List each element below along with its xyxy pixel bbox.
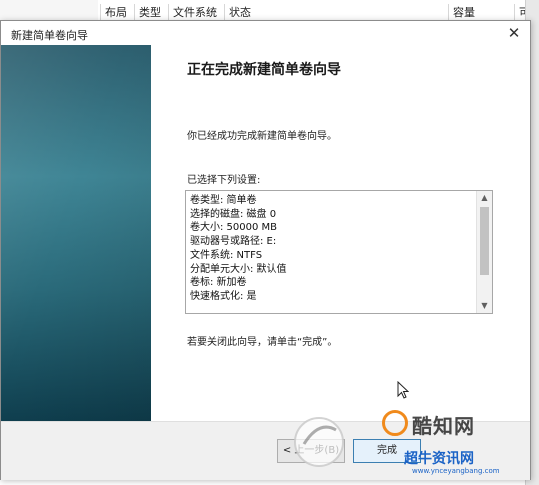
setting-volume-type: 卷类型: 简单卷 bbox=[190, 195, 257, 206]
watermark-circle-icon bbox=[382, 410, 408, 436]
wizard-heading: 正在完成新建简单卷向导 bbox=[187, 62, 341, 78]
settings-summary-list[interactable]: 卷类型: 简单卷 选择的磁盘: 磁盘 0 卷大小: 50000 MB 驱动器号或… bbox=[185, 190, 493, 314]
settings-scrollbar[interactable]: ▲ ▼ bbox=[476, 191, 492, 313]
wizard-side-banner bbox=[1, 45, 151, 421]
settings-summary-content: 卷类型: 简单卷 选择的磁盘: 磁盘 0 卷大小: 50000 MB 驱动器号或… bbox=[190, 194, 474, 310]
setting-volume-label: 卷标: 新加卷 bbox=[190, 277, 247, 289]
setting-allocation-unit: 分配单元大小: 默认值 bbox=[190, 263, 287, 275]
watermark-logo-icon bbox=[294, 417, 344, 467]
watermark-url: www.ynceyangbang.com bbox=[412, 467, 500, 475]
setting-file-system: 文件系统: NTFS bbox=[190, 249, 263, 261]
watermark-main-text: 酷知网 bbox=[412, 414, 475, 438]
scroll-down-arrow-icon[interactable]: ▼ bbox=[477, 299, 492, 313]
setting-drive-letter: 驱动器号或路径: E: bbox=[190, 236, 277, 248]
close-icon[interactable]: ✕ bbox=[504, 23, 524, 43]
setting-volume-size: 卷大小: 50000 MB bbox=[190, 222, 278, 234]
watermark-sub-text: 超牛资讯网 bbox=[404, 451, 474, 467]
settings-label: 已选择下列设置: bbox=[187, 175, 261, 186]
scroll-thumb[interactable] bbox=[480, 207, 489, 275]
wizard-title: 新建简单卷向导 bbox=[11, 29, 88, 42]
wizard-titlebar[interactable]: 新建简单卷向导 ✕ bbox=[1, 21, 530, 45]
completion-message: 你已经成功完成新建简单卷向导。 bbox=[187, 131, 337, 142]
close-instruction: 若要关闭此向导，请单击“完成”。 bbox=[187, 337, 338, 348]
scroll-up-arrow-icon[interactable]: ▲ bbox=[477, 191, 492, 205]
setting-selected-disk: 选择的磁盘: 磁盘 0 bbox=[190, 208, 277, 220]
setting-quick-format: 快速格式化: 是 bbox=[190, 290, 257, 302]
mouse-pointer-icon bbox=[397, 381, 409, 399]
